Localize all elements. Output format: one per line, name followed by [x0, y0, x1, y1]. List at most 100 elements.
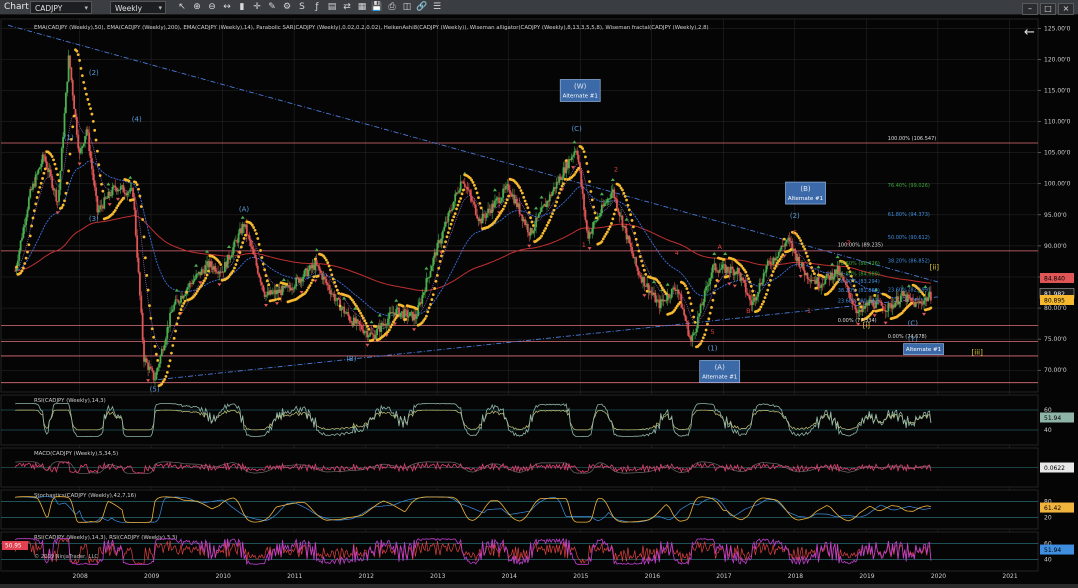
sar-dot [555, 200, 559, 204]
candle-body [358, 321, 361, 325]
sar-dot [194, 292, 198, 295]
candle-body [192, 280, 195, 284]
candle-body [572, 155, 574, 157]
chart-canvas[interactable]: 100.00% (89.235) 78.60% (86.426) 61.80% (8… [0, 15, 1078, 584]
candle-body [82, 143, 85, 147]
candle-body [775, 258, 777, 261]
zoom-in-icon[interactable]: ⊕ [191, 1, 203, 14]
screenshot-icon[interactable]: ◫ [401, 1, 413, 14]
scroll-icon[interactable]: ↔ [221, 1, 233, 14]
chart-trader-icon[interactable]: ⇄ [341, 1, 353, 14]
close-icon[interactable]: × [1058, 3, 1074, 15]
alternate-box-title: (B) [800, 185, 811, 193]
cursor-icon[interactable]: ↖ [176, 1, 188, 14]
x-tick-label: 2015 [573, 573, 588, 580]
bars-icon[interactable]: ▮ [236, 1, 248, 14]
maximize-icon[interactable]: □ [1040, 3, 1056, 15]
sar-dot [202, 279, 206, 283]
candle-body [344, 313, 347, 314]
instrument-selector[interactable]: CADJPY ▾ [30, 1, 92, 14]
candle-body [494, 200, 496, 208]
sar-dot [179, 308, 183, 311]
link-icon[interactable]: 🔗 [416, 1, 428, 14]
sar-dot [278, 297, 282, 301]
candle-body [452, 201, 455, 209]
candle-body [899, 295, 902, 302]
grid-icon[interactable]: ▦ [356, 1, 368, 14]
sar-dot [83, 87, 87, 90]
wave-label: (Y) [908, 336, 918, 344]
back-arrow-icon[interactable]: ← [1024, 25, 1035, 40]
candle-body [119, 186, 122, 190]
candle-body [583, 193, 585, 210]
save-icon[interactable]: 💾 [371, 1, 383, 14]
candle-body [643, 276, 646, 287]
candle-body [193, 278, 196, 281]
sar-dot [374, 325, 378, 328]
properties-icon[interactable]: ⚙ [281, 1, 293, 14]
candle-body [337, 297, 340, 300]
candle-body [250, 240, 252, 247]
sar-dot [31, 216, 35, 220]
sar-dot [100, 182, 103, 186]
sar-dot [82, 80, 86, 84]
sar-dot [242, 237, 246, 240]
zoom-out-icon[interactable]: ⊖ [206, 1, 218, 14]
candle-body [23, 225, 26, 228]
candle-body [609, 198, 611, 199]
sar-dot [150, 327, 154, 331]
candle-body [764, 272, 766, 274]
sar-dot [664, 292, 668, 296]
sar-dot [138, 194, 142, 198]
sar-dot [806, 255, 809, 258]
candle-body [151, 368, 154, 371]
sar-dot [693, 321, 697, 324]
candle-body [703, 290, 706, 303]
candle-body [237, 233, 240, 243]
period-selector[interactable]: Weekly ▾ [110, 1, 166, 14]
candle-body [577, 154, 580, 163]
candle-body [731, 266, 733, 269]
sar-dot [445, 235, 449, 239]
sar-dot [285, 282, 288, 286]
candle-body [618, 212, 621, 217]
candle-body [807, 278, 810, 280]
candle-body [806, 272, 809, 279]
macd-panel: MACD(CADJPY (Weekly),5,34,5) 0.0622 [0, 447, 1074, 488]
wave-label: [iii] [972, 349, 984, 357]
sar-dot [801, 245, 805, 248]
candle-body [573, 151, 576, 156]
panel-value-label: 61.42 [1044, 505, 1061, 512]
data-box-icon[interactable]: ▤ [326, 1, 338, 14]
drawing-tools-icon[interactable]: ✎ [266, 1, 278, 14]
candle-body [832, 276, 835, 280]
menu-icon[interactable]: ☰ [431, 1, 443, 14]
candle-body [699, 304, 702, 314]
sar-dot [168, 359, 172, 363]
chart-area[interactable]: 100.00% (89.235) 78.60% (86.426) 61.80% (8… [0, 15, 1078, 584]
sar-dot [446, 231, 450, 235]
sar-dot [703, 333, 707, 336]
sar-dot [475, 191, 479, 195]
sar-dot [525, 202, 528, 206]
strategy-icon[interactable]: S [296, 1, 308, 14]
candle-body [51, 176, 54, 188]
chevron-down-icon: ▾ [84, 4, 88, 12]
candle-body [447, 212, 450, 222]
candle-body [27, 197, 30, 210]
sar-dot [267, 283, 271, 287]
candle-body [650, 290, 653, 293]
copyright-text: © 2019 NinjaTrader, LLC [34, 553, 98, 560]
sar-dot [593, 211, 597, 215]
candle-body [430, 266, 433, 272]
candle-body [359, 324, 362, 326]
candle-body [769, 261, 772, 265]
candle-body [271, 292, 274, 295]
crosshair-icon[interactable]: ✛ [251, 1, 263, 14]
candle-body [476, 214, 479, 219]
minimize-icon[interactable]: – [1022, 3, 1038, 15]
print-icon[interactable]: ⎙ [386, 1, 398, 14]
indicator-icon[interactable]: ƒ [311, 1, 323, 14]
x-tick-label: 2009 [144, 573, 159, 580]
sar-dot [600, 240, 604, 243]
